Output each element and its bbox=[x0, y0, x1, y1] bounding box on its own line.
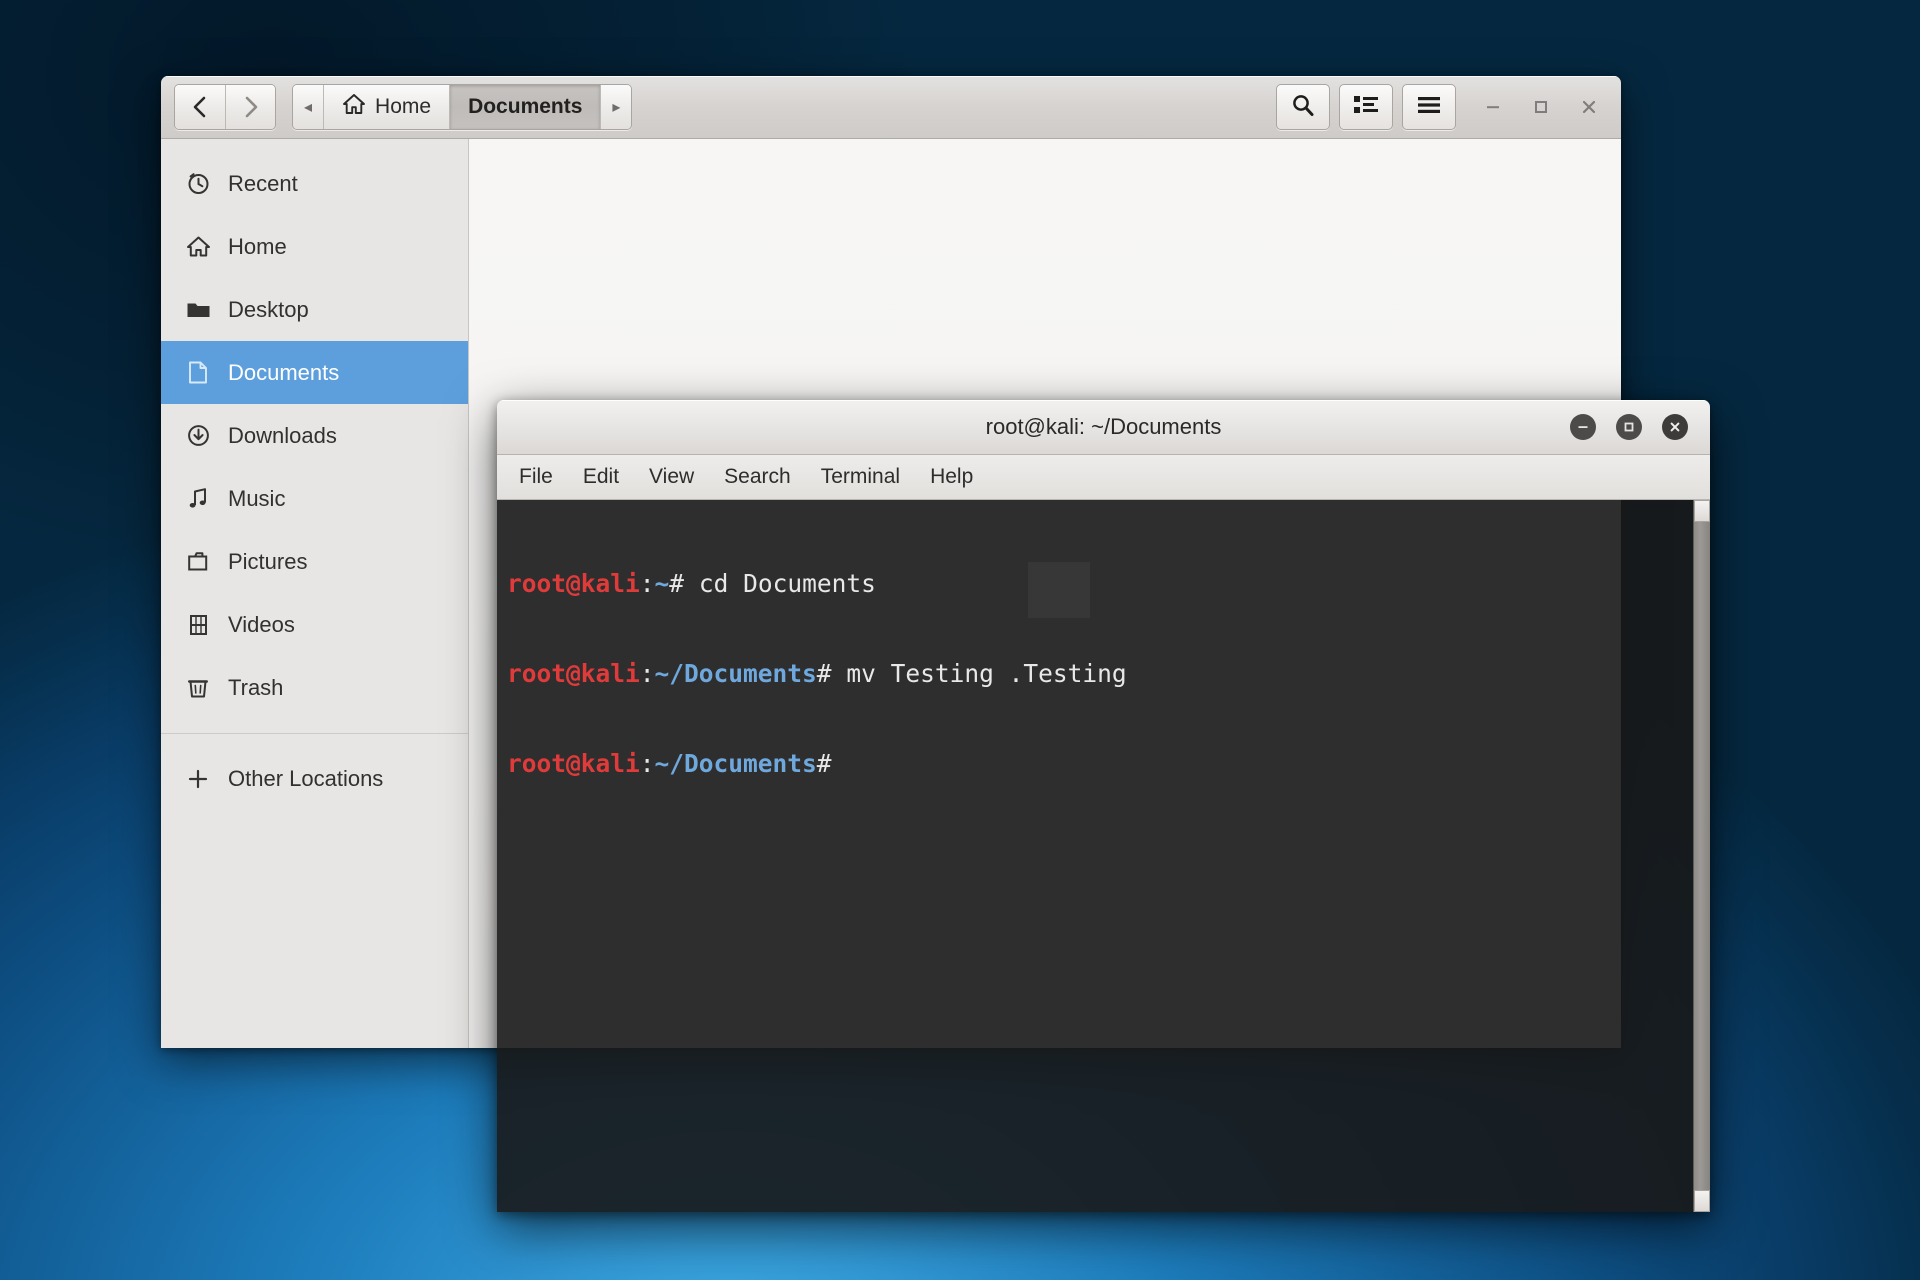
scrollbar-thumb-bottom[interactable] bbox=[1694, 1190, 1710, 1212]
menu-item-search[interactable]: Search bbox=[724, 465, 791, 489]
menu-item-help[interactable]: Help bbox=[930, 465, 973, 489]
terminal-output: root@kali:~# cd Documents root@kali:~/Do… bbox=[500, 509, 1710, 839]
terminal-maximize-button[interactable] bbox=[1616, 414, 1642, 440]
terminal-line: root@kali:~/Documents# bbox=[507, 749, 1710, 779]
terminal-title-bar[interactable]: root@kali: ~/Documents bbox=[497, 400, 1710, 455]
chevron-right-icon: ▸ bbox=[612, 99, 621, 116]
terminal-line: root@kali:~# cd Documents bbox=[507, 569, 1710, 599]
terminal-command: cd Documents bbox=[698, 569, 876, 598]
desktop-background: ◂ Home Documents ▸ Recent Home Desktop D… bbox=[0, 0, 1920, 1280]
document-icon bbox=[185, 360, 211, 385]
sidebar-item-trash[interactable]: Trash bbox=[161, 656, 468, 719]
terminal-window-controls bbox=[1570, 414, 1688, 440]
terminal-screen[interactable]: root@kali:~# cd Documents root@kali:~/Do… bbox=[497, 500, 1710, 1212]
terminal-command: mv Testing .Testing bbox=[846, 659, 1127, 688]
sidebar-label-videos: Videos bbox=[228, 611, 295, 637]
hamburger-menu-icon bbox=[1416, 95, 1442, 120]
terminal-line: root@kali:~/Documents# mv Testing .Testi… bbox=[507, 659, 1710, 689]
search-icon bbox=[1290, 92, 1316, 123]
prompt-path: ~/Documents bbox=[654, 659, 817, 688]
scrollbar-thumb-top[interactable] bbox=[1694, 500, 1710, 522]
terminal-scrollbar[interactable] bbox=[1693, 500, 1710, 1212]
plus-icon bbox=[185, 767, 211, 791]
sidebar-label-recent: Recent bbox=[228, 170, 298, 196]
terminal-menu-bar: File Edit View Search Terminal Help bbox=[497, 455, 1710, 500]
navigation-button-group bbox=[174, 84, 276, 130]
sidebar-label-downloads: Downloads bbox=[228, 422, 337, 448]
sidebar-item-videos[interactable]: Videos bbox=[161, 593, 468, 656]
prompt-user: root@kali bbox=[507, 569, 640, 598]
sidebar-item-documents[interactable]: Documents bbox=[161, 341, 468, 404]
terminal-window: root@kali: ~/Documents File Edit View Se… bbox=[497, 400, 1710, 1212]
sidebar-item-recent[interactable]: Recent bbox=[161, 152, 468, 215]
menu-item-edit[interactable]: Edit bbox=[583, 465, 619, 489]
prompt-separator: : bbox=[639, 569, 655, 598]
camera-icon bbox=[185, 550, 211, 573]
menu-item-view[interactable]: View bbox=[649, 465, 694, 489]
file-manager-window-controls bbox=[1480, 94, 1610, 120]
sidebar-label-documents: Documents bbox=[228, 359, 340, 385]
sidebar-label-desktop: Desktop bbox=[228, 296, 309, 322]
view-toggle-button[interactable] bbox=[1339, 84, 1393, 130]
music-icon bbox=[185, 486, 211, 511]
sidebar: Recent Home Desktop Documents Downloads … bbox=[161, 139, 469, 1048]
maximize-button[interactable] bbox=[1528, 94, 1554, 120]
breadcrumb-scroll-left[interactable]: ◂ bbox=[293, 85, 324, 129]
sidebar-item-downloads[interactable]: Downloads bbox=[161, 404, 468, 467]
sidebar-item-home[interactable]: Home bbox=[161, 215, 468, 278]
list-view-icon bbox=[1353, 94, 1379, 121]
sidebar-item-pictures[interactable]: Pictures bbox=[161, 530, 468, 593]
prompt-separator: : bbox=[639, 659, 655, 688]
sidebar-item-other-locations[interactable]: Other Locations bbox=[161, 747, 468, 810]
breadcrumb-item-documents[interactable]: Documents bbox=[449, 85, 601, 129]
menu-item-file[interactable]: File bbox=[519, 465, 553, 489]
prompt-user: root@kali bbox=[507, 659, 640, 688]
breadcrumb-label-documents: Documents bbox=[468, 95, 583, 118]
sidebar-label-music: Music bbox=[228, 485, 286, 511]
prompt-separator: : bbox=[639, 749, 655, 778]
prompt-path: ~/Documents bbox=[654, 749, 817, 778]
search-button[interactable] bbox=[1276, 84, 1330, 130]
sidebar-label-pictures: Pictures bbox=[228, 548, 308, 574]
breadcrumb-scroll-right[interactable]: ▸ bbox=[600, 85, 632, 129]
breadcrumb: ◂ Home Documents ▸ bbox=[292, 84, 633, 130]
video-icon bbox=[185, 613, 211, 637]
sidebar-item-desktop[interactable]: Desktop bbox=[161, 278, 468, 341]
prompt-user: root@kali bbox=[507, 749, 640, 778]
chevron-left-icon: ◂ bbox=[304, 99, 313, 116]
sidebar-label-trash: Trash bbox=[228, 674, 284, 700]
terminal-minimize-button[interactable] bbox=[1570, 414, 1596, 440]
main-menu-button[interactable] bbox=[1402, 84, 1456, 130]
home-icon bbox=[185, 235, 211, 258]
sidebar-divider bbox=[161, 733, 468, 734]
sidebar-item-music[interactable]: Music bbox=[161, 467, 468, 530]
home-icon bbox=[342, 93, 366, 121]
back-button[interactable] bbox=[175, 85, 225, 129]
prompt-tail: # bbox=[816, 659, 847, 688]
breadcrumb-item-home[interactable]: Home bbox=[323, 85, 450, 129]
close-button[interactable] bbox=[1576, 94, 1602, 120]
forward-button[interactable] bbox=[225, 85, 275, 129]
prompt-tail: # bbox=[669, 569, 699, 598]
prompt-tail: # bbox=[816, 749, 832, 778]
clock-icon bbox=[185, 171, 211, 196]
download-icon bbox=[185, 423, 211, 448]
terminal-close-button[interactable] bbox=[1662, 414, 1688, 440]
terminal-cursor bbox=[1028, 562, 1090, 618]
terminal-title: root@kali: ~/Documents bbox=[985, 414, 1222, 439]
breadcrumb-label-home: Home bbox=[375, 95, 432, 118]
file-manager-header: ◂ Home Documents ▸ bbox=[161, 76, 1621, 139]
sidebar-label-other-locations: Other Locations bbox=[228, 765, 384, 791]
folder-icon bbox=[185, 299, 211, 320]
minimize-button[interactable] bbox=[1480, 94, 1506, 120]
sidebar-label-home: Home bbox=[228, 233, 287, 259]
prompt-path: ~ bbox=[654, 569, 670, 598]
trash-icon bbox=[185, 675, 211, 700]
menu-item-terminal[interactable]: Terminal bbox=[821, 465, 900, 489]
